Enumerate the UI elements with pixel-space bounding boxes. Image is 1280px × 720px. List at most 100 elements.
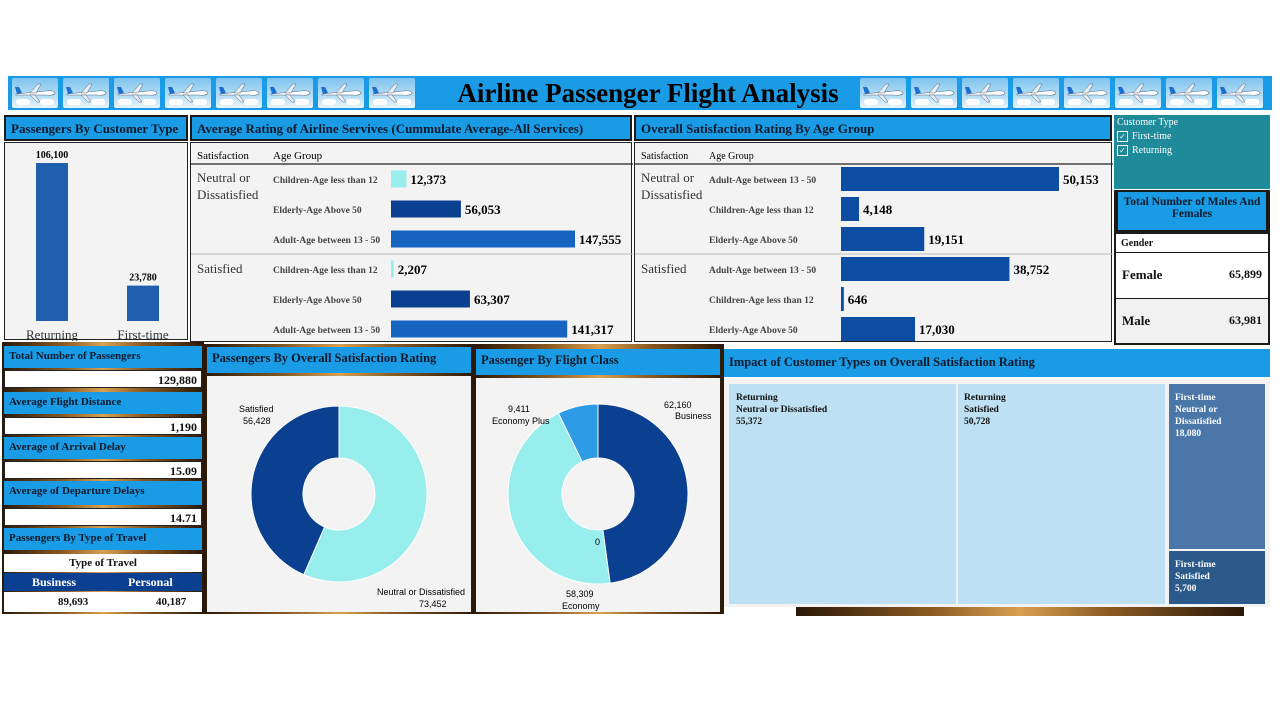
- category-label: Children-Age less than 12: [709, 296, 814, 306]
- slice-label: Economy Plus: [492, 416, 550, 426]
- bar: [391, 170, 407, 188]
- slice-label: Satisfied: [239, 404, 274, 414]
- checkbox-icon[interactable]: ✓: [1117, 145, 1128, 157]
- category-label: Adult-Age between 13 - 50: [709, 266, 816, 276]
- slice-value: 56,428: [243, 416, 271, 426]
- category-label: Children-Age less than 12: [273, 266, 378, 276]
- data-label: 38,752: [1013, 262, 1049, 277]
- gender-label: Female: [1122, 267, 1163, 282]
- airplane-icon: [165, 78, 211, 108]
- checkbox-icon[interactable]: ✓: [1117, 131, 1128, 143]
- category-label: Adult-Age between 13 - 50: [273, 326, 380, 336]
- filter-option-label: Returning: [1132, 145, 1172, 157]
- bar: [391, 200, 461, 218]
- bar: [841, 167, 1059, 191]
- airplane-icon: [1064, 78, 1110, 108]
- treemap-tile[interactable]: Returning Neutral or Dissatisfied 55,372: [729, 384, 956, 604]
- airplane-icon: [911, 78, 957, 108]
- category-label: Elderly-Age Above 50: [709, 326, 798, 336]
- data-label: 141,317: [571, 322, 614, 337]
- type-travel-values: 89,693 40,187: [4, 592, 202, 612]
- data-label: 17,030: [919, 322, 955, 337]
- gender-value: 63,981: [1229, 313, 1262, 327]
- airplane-icon: [267, 78, 313, 108]
- page-title: Airline Passenger Flight Analysis: [457, 78, 839, 108]
- avg-distance-value: 1,190: [4, 417, 202, 435]
- treemap-tile[interactable]: First-time Satisfied 5,700: [1169, 551, 1265, 604]
- category-label: Adult-Age between 13 - 50: [273, 236, 380, 246]
- airplane-icon: [1166, 78, 1212, 108]
- tick-label: First-time: [117, 327, 169, 341]
- treemap-tile[interactable]: First-time Neutral or Dissatisfied 18,08…: [1169, 384, 1265, 549]
- filter-option-first-time[interactable]: ✓ First-time: [1117, 131, 1267, 143]
- group-label: Satisfied: [641, 261, 687, 276]
- bar: [841, 227, 925, 251]
- slice-value: 62,160: [664, 400, 692, 410]
- data-label: 147,555: [579, 232, 622, 247]
- gender-header: Total Number of Males And Females: [1118, 192, 1266, 230]
- group-label: Neutral or: [197, 170, 251, 185]
- bar: [391, 230, 575, 248]
- customer-type-chart: 106,100 Returning 23,780 First-time: [26, 150, 169, 342]
- title-banner: Airline Passenger Flight Analysis: [8, 76, 1272, 110]
- bar: [841, 287, 844, 311]
- treemap-tile[interactable]: Returning Satisfied 50,728: [958, 384, 1165, 604]
- age-group-header: Overall Satisfaction Rating By Age Group: [634, 115, 1112, 141]
- group-label: Dissatisfied: [197, 187, 259, 202]
- tile-customer: First-time: [1175, 393, 1216, 403]
- total-passengers-value: 129,880: [4, 370, 202, 388]
- avg-arrival-header: Average of Arrival Delay: [4, 437, 202, 459]
- column-header: Satisfaction: [197, 150, 249, 162]
- impact-panel: Returning Neutral or Dissatisfied 55,372…: [724, 379, 1270, 607]
- value-business: 89,693: [58, 596, 89, 608]
- gender-row-female: Female 65,899: [1116, 253, 1268, 298]
- impact-bottom-strip: [796, 606, 1244, 616]
- slice-label: Neutral or Dissatisfied: [377, 587, 465, 597]
- overall-sat-chart: Satisfied 56,428 Neutral or Dissatisfied 73…: [239, 404, 465, 609]
- tile-satisfaction: Satisfied: [1175, 572, 1210, 582]
- column-header: Age Group: [273, 150, 323, 162]
- airplane-icon: [860, 78, 906, 108]
- airplane-icon: [962, 78, 1008, 108]
- bar: [391, 260, 394, 278]
- gender-label: Male: [1122, 313, 1151, 328]
- data-label: 50,153: [1063, 172, 1099, 187]
- tile-satisfaction: Satisfied: [964, 405, 999, 415]
- age-group-chart: Satisfaction Age Group Neutral or Dissatisf…: [635, 151, 1113, 341]
- tile-value: 5,700: [1175, 584, 1197, 594]
- tile-customer: Returning: [964, 393, 1006, 403]
- airplane-icon: [369, 78, 415, 108]
- services-header: Average Rating of Airline Servives (Cumm…: [190, 115, 632, 141]
- category-label: Children-Age less than 12: [273, 176, 378, 186]
- pie-slice: [597, 403, 689, 584]
- data-label: 19,151: [928, 232, 964, 247]
- overall-sat-header: Passengers By Overall Satisfaction Ratin…: [207, 347, 471, 373]
- gender-row-male: Male 63,981: [1116, 299, 1268, 343]
- slice-value: 9,411: [508, 404, 530, 414]
- airplane-icon: [318, 78, 364, 108]
- age-group-panel: Satisfaction Age Group Neutral or Dissatisf…: [634, 142, 1113, 342]
- airplane-icon: [114, 78, 160, 108]
- customer-type-filter: Customer Type ✓ First-time ✓ Returning: [1114, 115, 1270, 189]
- category-label: Elderly-Age Above 50: [273, 206, 362, 216]
- col-business: Business: [32, 575, 77, 589]
- data-label: 4,148: [863, 202, 893, 217]
- slice-label: Economy: [562, 601, 600, 611]
- impact-header: Impact of Customer Types on Overall Sati…: [724, 349, 1270, 377]
- flight-class-header: Passenger By Flight Class: [476, 349, 720, 375]
- group-label: Satisfied: [197, 261, 243, 276]
- data-label: 63,307: [474, 292, 510, 307]
- tile-satisfaction: Neutral or Dissatisfied: [1175, 405, 1222, 427]
- category-label: Children-Age less than 12: [709, 206, 814, 216]
- tile-value: 50,728: [964, 417, 991, 427]
- type-travel-cols: Business Personal: [4, 573, 202, 591]
- data-label: 12,373: [410, 172, 446, 187]
- tick-label: Returning: [26, 327, 78, 341]
- filter-option-returning[interactable]: ✓ Returning: [1117, 145, 1267, 157]
- tile-satisfaction: Neutral or Dissatisfied: [736, 405, 828, 415]
- customer-type-header: Passengers By Customer Type: [4, 115, 188, 141]
- value-personal: 40,187: [156, 596, 187, 608]
- airplane-icon: [1013, 78, 1059, 108]
- type-travel-col-title: Type of Travel: [4, 554, 202, 572]
- overall-sat-panel: Satisfied 56,428 Neutral or Dissatisfied 73…: [207, 376, 471, 612]
